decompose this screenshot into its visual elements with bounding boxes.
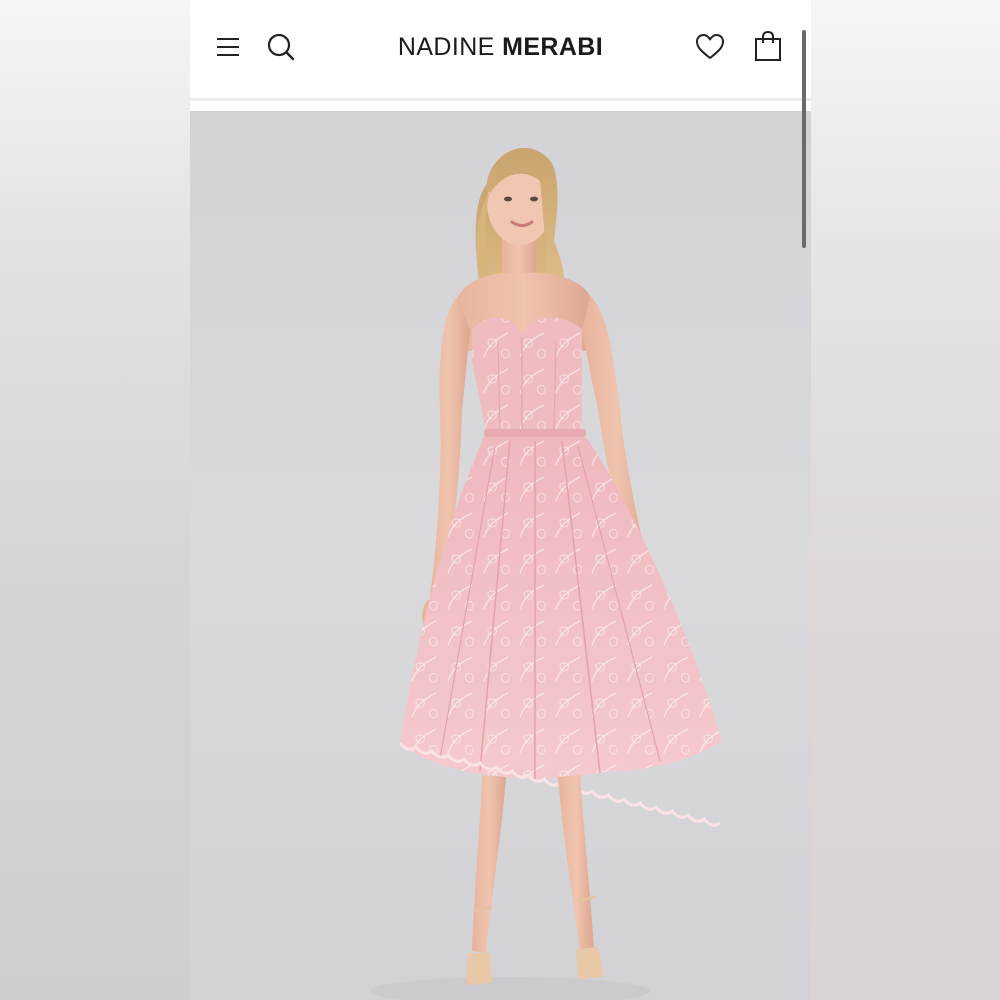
backdrop-left	[0, 0, 190, 1000]
product-image[interactable]	[190, 111, 811, 1000]
product-photo	[370, 147, 722, 1000]
backdrop-right	[811, 0, 1000, 1000]
heart-icon[interactable]	[695, 33, 725, 61]
brand-name-light: NADINE	[397, 33, 495, 61]
site-header: NADINE MERABI	[190, 0, 811, 98]
shopping-bag-icon[interactable]	[754, 30, 782, 62]
mobile-screen: NADINE MERABI	[190, 0, 811, 1000]
scrollbar[interactable]	[802, 30, 806, 248]
brand-name-bold: MERABI	[502, 33, 604, 61]
header-divider	[190, 98, 811, 101]
